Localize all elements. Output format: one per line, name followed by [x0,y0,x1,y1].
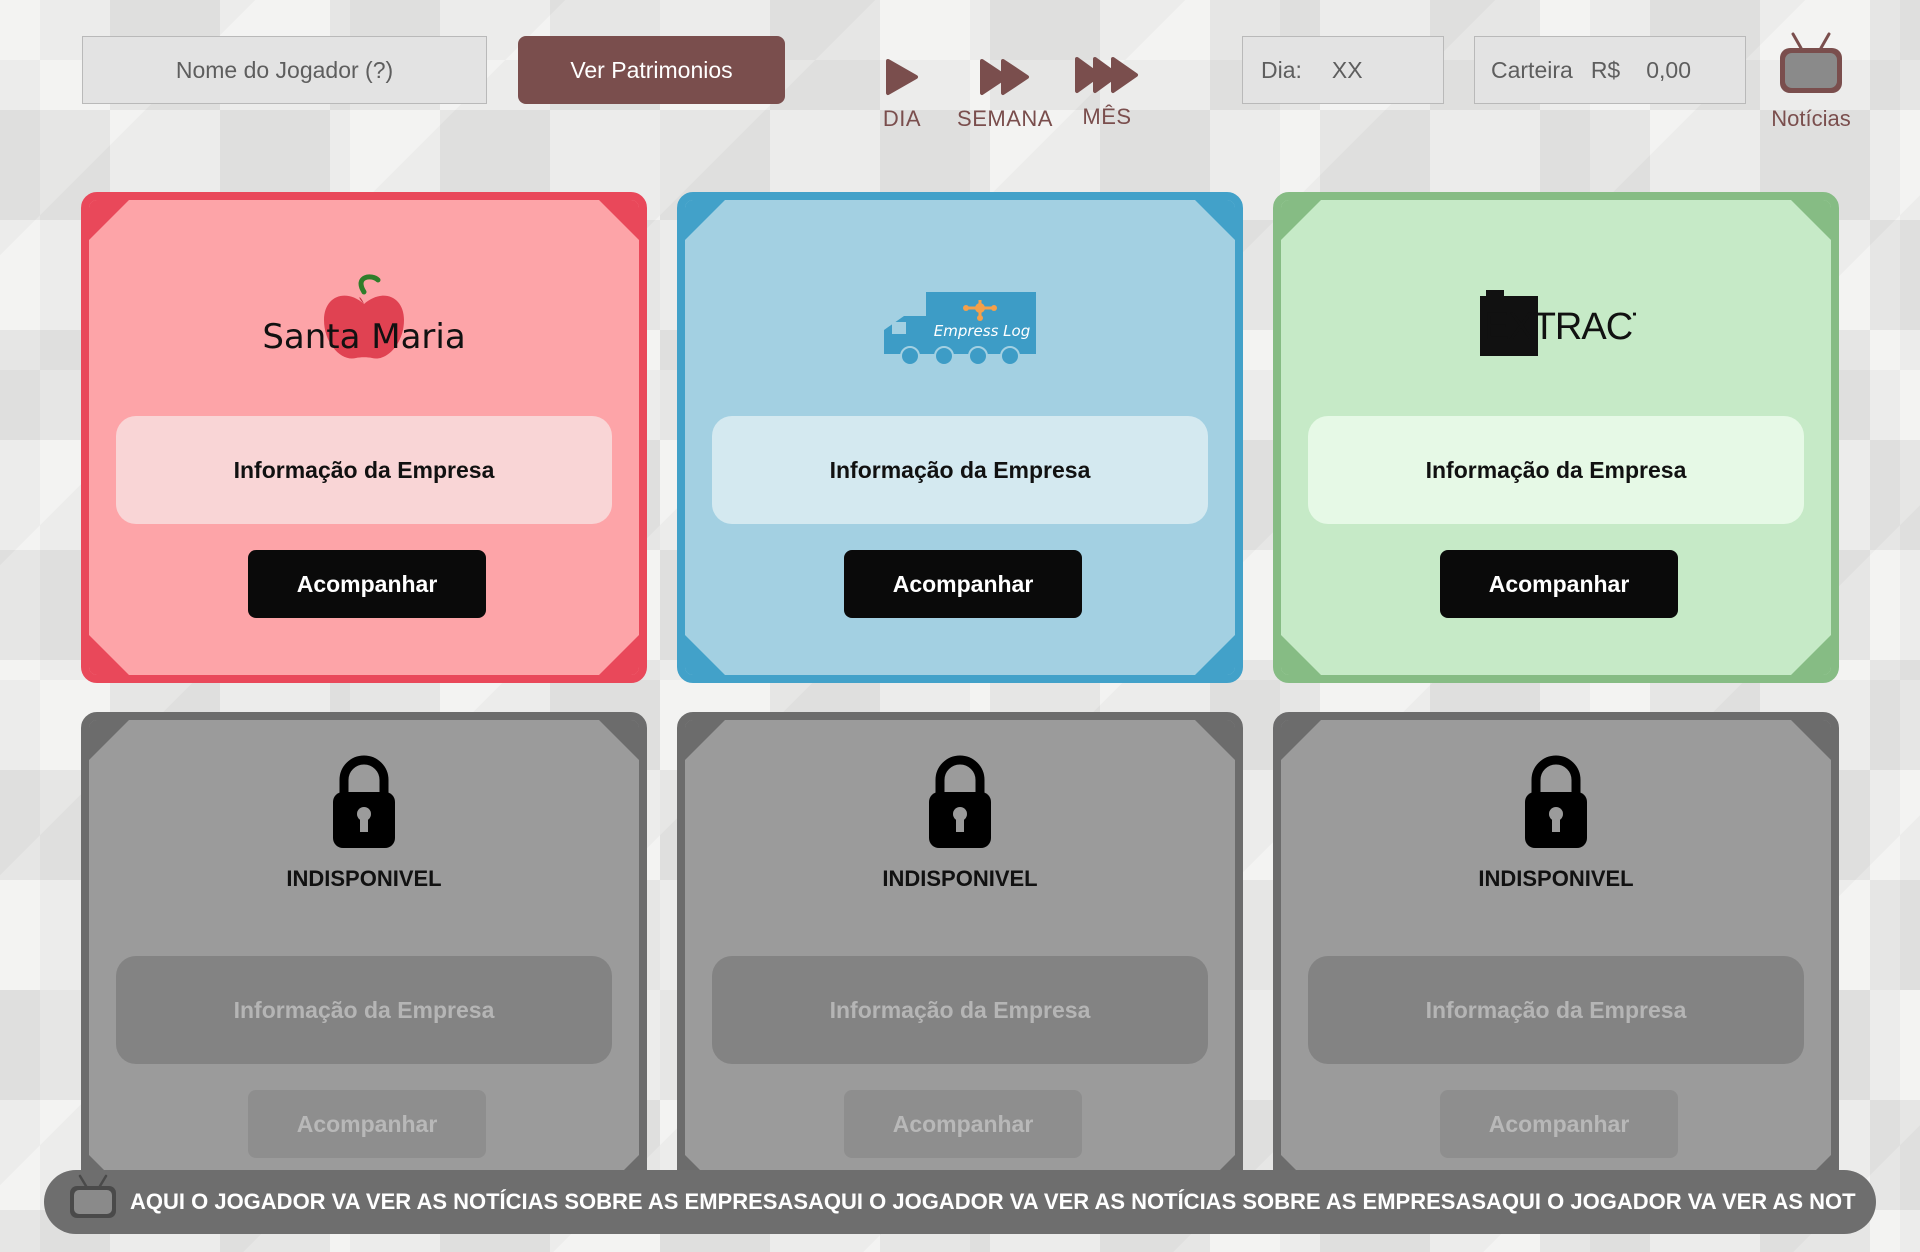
company-card-empress-log: Empress Log Informação da Empresa Acompa… [677,192,1243,683]
company-info[interactable]: Informação da Empresa [116,416,612,524]
santa-maria-logo: Santa Maria [89,274,639,374]
lock-icon [1281,754,1831,850]
tv-icon [70,1174,116,1218]
unavailable-label: INDISPONIVEL [286,866,442,891]
unavailable-label: INDISPONIVEL [1478,866,1634,891]
speed-day-button[interactable]: DIA [880,58,924,132]
tv-icon [1780,32,1842,93]
wallet-display: Carteira R$ 0,00 [1474,36,1746,104]
lock-icon [89,754,639,850]
empress-log-logo: Empress Log [685,274,1235,374]
player-name-field[interactable]: Nome do Jogador (?) [82,36,487,104]
lock-icon [685,754,1235,850]
day-value: XX [1331,56,1363,83]
follow-button[interactable]: Acompanhar [1440,550,1678,618]
wallet-currency: R$ [1590,56,1621,83]
locked-company-card: INDISPONIVEL Informação da Empresa Acomp… [81,712,647,1203]
play-icon [886,59,918,95]
day-display: Dia: XX [1242,36,1444,104]
follow-button-disabled: Acompanhar [1440,1090,1678,1158]
company-info: Informação da Empresa [1308,956,1804,1064]
extract-logo: EXTRACT [1281,274,1831,374]
company-info: Informação da Empresa [712,956,1208,1064]
fast-forward-icon [980,59,1029,95]
company-info: Informação da Empresa [116,956,612,1064]
follow-button-disabled: Acompanhar [248,1090,486,1158]
news-ticker-text: AQUI O JOGADOR VA VER AS NOTÍCIAS SOBRE … [130,1189,1856,1214]
view-assets-button[interactable]: Ver Patrimonios [518,36,785,104]
news-label: Notícias [1771,106,1851,131]
player-name-placeholder: Nome do Jogador (?) [175,56,394,83]
company-card-santa-maria: Santa Maria Informação da Empresa Acompa… [81,192,647,683]
triple-fast-forward-icon [1075,57,1138,93]
speed-month-label: MÊS [1082,104,1132,129]
company-info[interactable]: Informação da Empresa [1308,416,1804,524]
svg-text:Empress Log: Empress Log [934,322,1030,340]
locked-company-card: INDISPONIVEL Informação da Empresa Acomp… [677,712,1243,1203]
company-info[interactable]: Informação da Empresa [712,416,1208,524]
news-button[interactable]: Notícias [1760,32,1862,132]
speed-week-label: SEMANA [957,106,1053,131]
speed-day-label: DIA [882,106,922,131]
unavailable-label: INDISPONIVEL [882,866,1038,891]
follow-button-disabled: Acompanhar [844,1090,1082,1158]
speed-month-button[interactable]: MÊS [1075,56,1138,130]
company-card-extract: EXTRACT Informação da Empresa Acompanhar [1273,192,1839,683]
follow-button[interactable]: Acompanhar [844,550,1082,618]
day-label: Dia: [1261,56,1302,83]
follow-button[interactable]: Acompanhar [248,550,486,618]
svg-text:Santa Maria: Santa Maria [264,317,464,357]
locked-company-card: INDISPONIVEL Informação da Empresa Acomp… [1273,712,1839,1203]
speed-week-button[interactable]: SEMANA [950,58,1060,132]
svg-text:EXTRACT: EXTRACT [1484,306,1636,348]
news-ticker[interactable]: AQUI O JOGADOR VA VER AS NOTÍCIAS SOBRE … [44,1170,1876,1234]
wallet-label: Carteira [1491,56,1573,83]
wallet-value: 0,00 [1646,56,1691,83]
